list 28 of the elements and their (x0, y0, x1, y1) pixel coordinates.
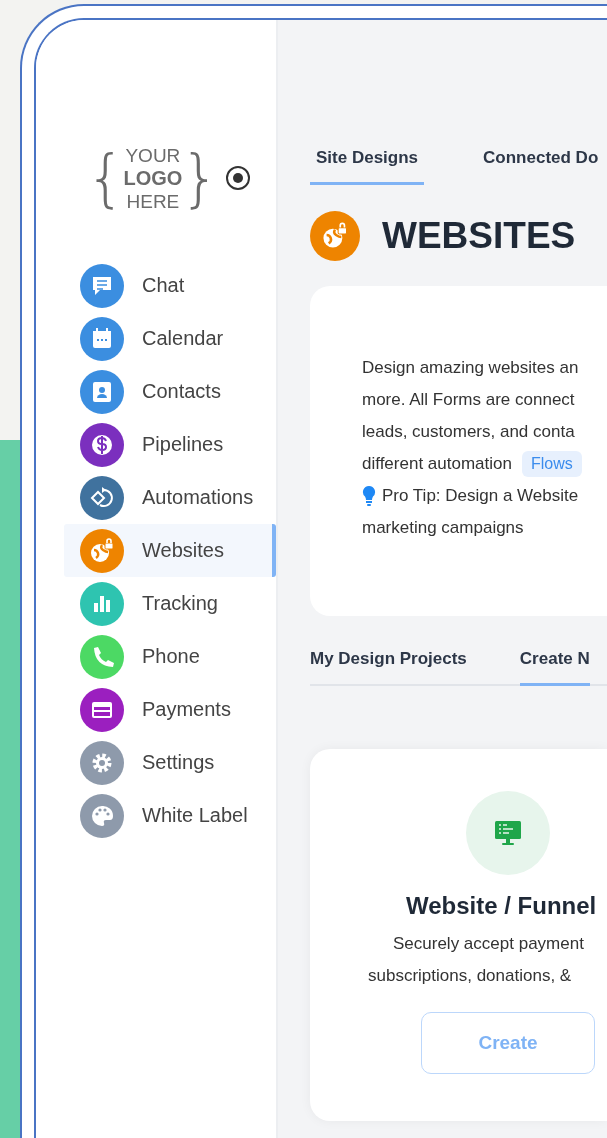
sidebar-item[interactable]: Phone (64, 630, 276, 683)
tab[interactable]: My Design Projects (310, 649, 467, 686)
description-text: marketing campaigns (362, 518, 524, 538)
card-title: Website / Funnel (406, 892, 598, 920)
sidebar-item[interactable]: Calendar (64, 312, 276, 365)
page-title: WEBSITES (382, 215, 576, 257)
globe-lock-icon (310, 211, 360, 261)
description-text: more. All Forms are connect (362, 390, 575, 410)
card-description: subscriptions, donations, & (368, 965, 573, 987)
sidebar-item[interactable]: Chat (64, 259, 276, 312)
description-text: leads, customers, and conta (362, 422, 575, 442)
description-text: Design amazing websites an (362, 358, 579, 378)
sidebar-item[interactable]: Settings (64, 736, 276, 789)
card-description: Securely accept payment (393, 933, 585, 955)
tab[interactable]: Create N (519, 649, 590, 686)
sidebar-item[interactable]: Tracking (64, 577, 276, 630)
tab[interactable]: Connected Do (477, 148, 605, 185)
description-text: Pro Tip: Design a Website (382, 486, 579, 506)
sidebar-item[interactable]: Pipelines (64, 418, 276, 471)
sidebar-item[interactable]: White Label (64, 789, 276, 842)
sidebar-item[interactable]: Payments (64, 683, 276, 736)
tab[interactable]: Site Designs (310, 148, 425, 185)
sidebar-item[interactable]: Websites (64, 524, 276, 577)
lightbulb-icon (362, 485, 376, 507)
description-text: different automation (362, 454, 512, 474)
radio-icon[interactable] (226, 166, 250, 190)
sidebar-item[interactable]: Contacts (64, 365, 276, 418)
sidebar-item[interactable]: Automations (64, 471, 276, 524)
